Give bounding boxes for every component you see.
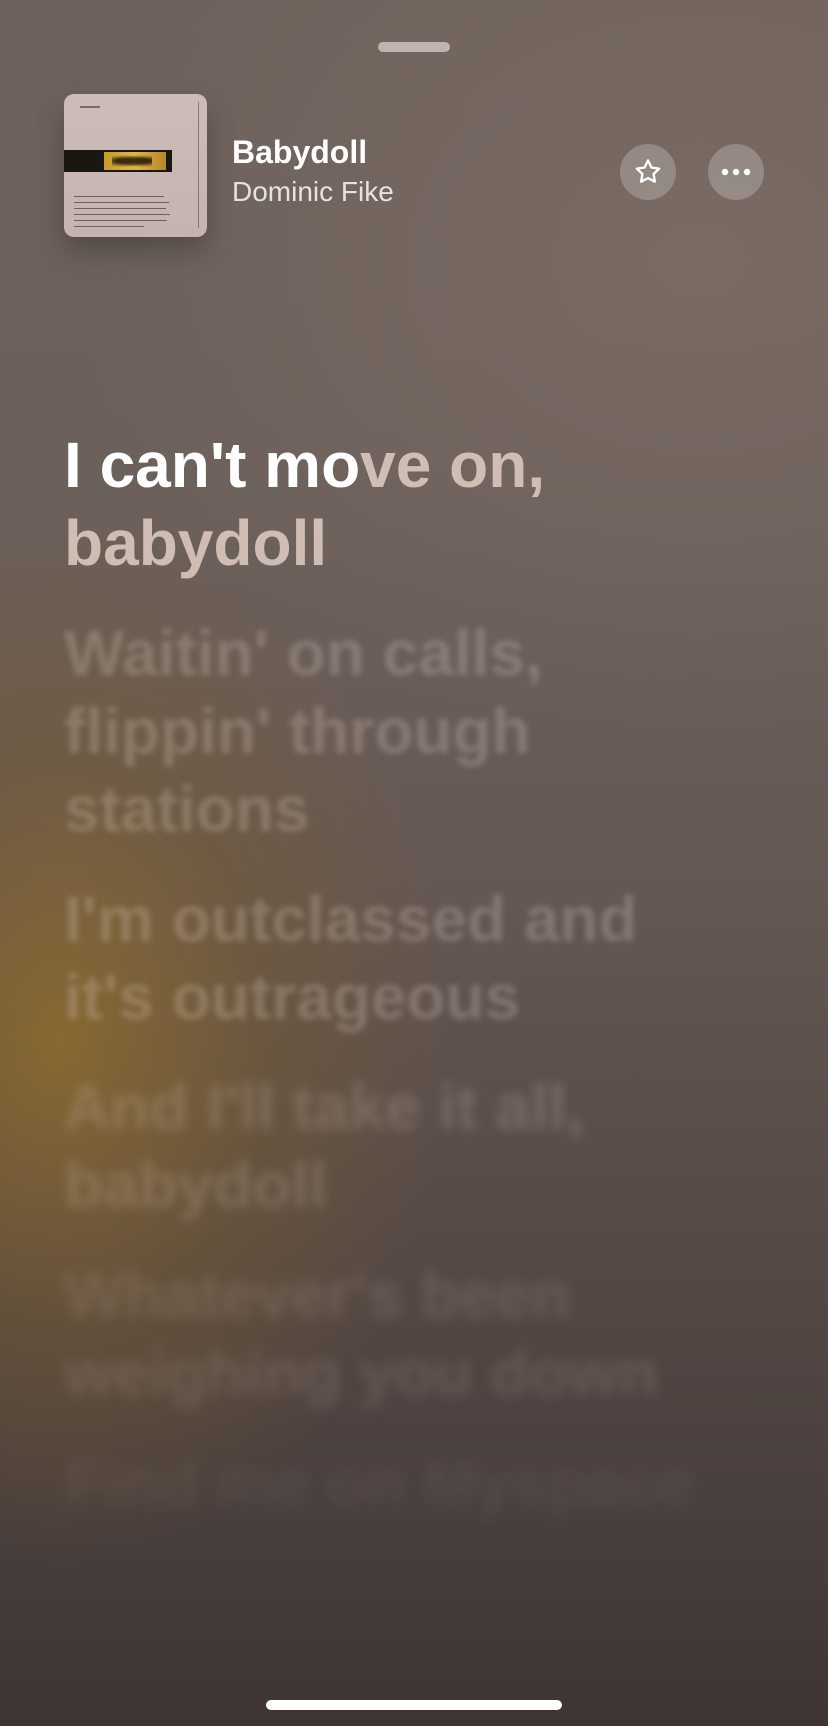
lyric-line[interactable]: Waitin' on calls, flippin' through stati… <box>64 614 744 848</box>
star-icon <box>635 159 661 183</box>
more-options-button[interactable] <box>708 144 764 200</box>
lyric-line[interactable]: And I'll take it all, babydoll <box>64 1068 744 1224</box>
artwork-mark <box>80 106 100 108</box>
favorite-button[interactable] <box>620 144 676 200</box>
lyric-line[interactable]: Whatever's been weighing you down <box>64 1256 744 1412</box>
lyrics-view[interactable]: I can't move on, babydoll Waitin' on cal… <box>64 426 744 1554</box>
artwork-tracklist <box>74 196 174 232</box>
home-indicator[interactable] <box>266 1700 562 1710</box>
sheet-grabber[interactable] <box>378 42 450 52</box>
song-title[interactable]: Babydoll <box>232 134 367 171</box>
now-playing-header: Babydoll Dominic Fike <box>64 94 764 238</box>
album-artwork[interactable] <box>64 94 207 237</box>
artwork-face <box>112 154 152 168</box>
lyric-line[interactable]: Find me on Myspace <box>64 1444 744 1522</box>
lyric-line-current[interactable]: I can't move on, babydoll <box>64 426 744 582</box>
artwork-spine <box>198 102 199 228</box>
lyric-line[interactable]: I'm outclassed and it's outrageous <box>64 880 744 1036</box>
ellipsis-icon <box>721 168 751 176</box>
song-artist[interactable]: Dominic Fike <box>232 176 394 208</box>
lyric-sung-portion: I can't mo <box>64 429 361 501</box>
